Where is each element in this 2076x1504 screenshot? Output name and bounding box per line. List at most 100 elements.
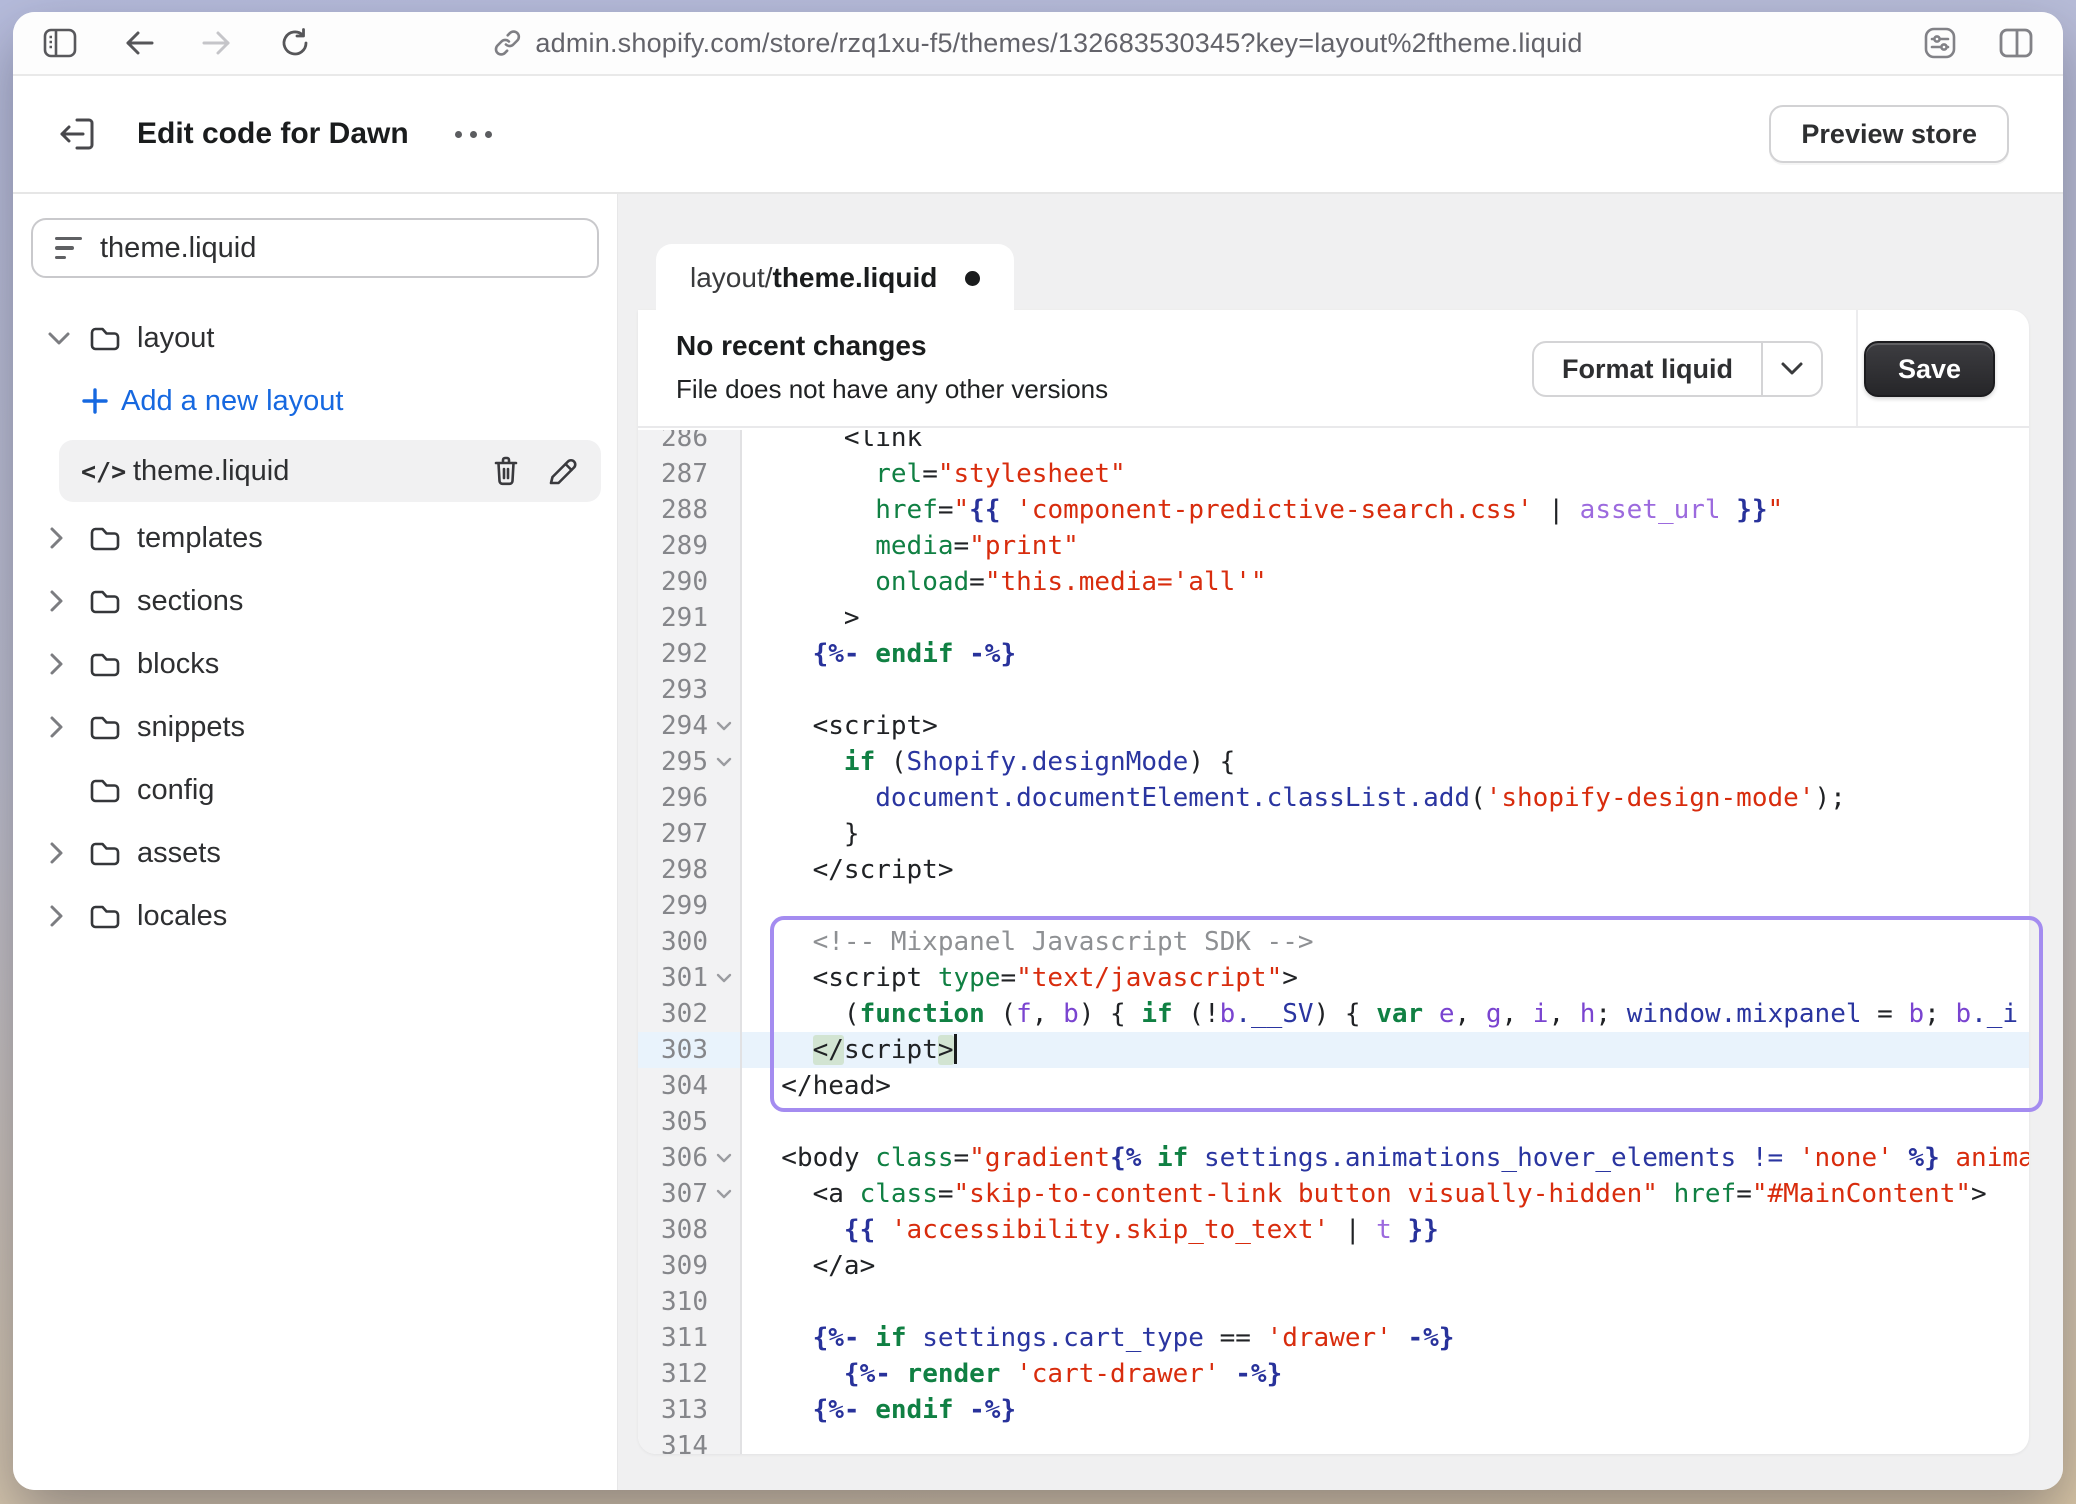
line-number: 310 [638,1287,708,1317]
sidebar-item-locales[interactable]: locales [29,892,601,940]
pencil-icon[interactable] [547,455,579,487]
unsaved-dot [965,271,980,286]
chevron-right-icon [47,714,65,740]
chevron-right-icon [47,903,65,929]
forward-icon[interactable] [201,29,233,57]
chevron-right-icon [47,651,65,677]
file-sidebar: layout Add a new layout </>theme.liquid tem… [13,194,617,1490]
trash-button[interactable] [491,455,521,487]
sidebar-item-add-a-new-layout[interactable]: Add a new layout [29,377,601,425]
code-line-307: <a class="skip-to-content-link button vi… [742,1176,2029,1212]
line-number: 290 [638,567,708,597]
format-dropdown-toggle[interactable] [1761,343,1821,395]
preview-store-button[interactable]: Preview store [1769,105,2009,163]
sidebar-item-label: snippets [137,711,245,744]
folder-icon [89,902,121,930]
code-line-288: href="{{ 'component-predictive-search.cs… [742,492,2029,528]
code-file-icon: </> [81,457,133,486]
code-line-303: </script> [742,1032,2029,1068]
sidebar-item-blocks[interactable]: blocks [29,640,601,688]
fold-toggle-icon[interactable] [716,1152,732,1164]
code-editor[interactable]: 2862872882892902912922932942952962972982… [638,430,2029,1454]
code-line-302: (function (f, b) { if (!b.__SV) { var e,… [742,996,2029,1032]
plus-icon [81,387,109,415]
editor-main: layout/theme.liquid No recent changes Fi… [617,194,2063,1490]
chevron-right-icon [47,588,65,614]
fold-toggle-icon[interactable] [716,972,732,984]
exit-icon[interactable] [57,113,99,155]
line-number: 305 [638,1107,708,1137]
line-number: 299 [638,891,708,921]
editor-card-header: No recent changes File does not have any… [638,310,2029,428]
sidebar-item-assets[interactable]: assets [29,829,601,877]
line-number-gutter: 2862872882892902912922932942952962972982… [638,430,742,1454]
code-line-298: </script> [742,852,2029,888]
code-line-306: <body class="gradient{% if settings.anim… [742,1140,2029,1176]
line-number: 304 [638,1071,708,1101]
folder-icon [89,524,121,552]
save-button[interactable]: Save [1864,341,1995,397]
trash-icon[interactable] [491,455,521,487]
sidebar-item-theme.liquid[interactable]: </>theme.liquid [59,440,601,502]
split-view-icon[interactable] [1999,28,2033,58]
reload-icon[interactable] [279,27,311,59]
back-icon[interactable] [123,29,155,57]
filter-input[interactable] [100,232,575,265]
sidebar-item-label: layout [137,322,214,355]
code-line-309: </a> [742,1248,2029,1284]
line-number: 312 [638,1359,708,1389]
code-line-287: rel="stylesheet" [742,456,2029,492]
code-line-289: media="print" [742,528,2029,564]
code-line-313: {%- endif -%} [742,1392,2029,1428]
browser-window: admin.shopify.com/store/rzq1xu-f5/themes… [13,12,2063,1490]
code-pane[interactable]: <link rel="stylesheet" href="{{ 'compone… [742,430,2029,1454]
editor-card: No recent changes File does not have any… [638,310,2029,1454]
line-number: 298 [638,855,708,885]
line-number: 301 [638,963,708,993]
format-liquid-label: Format liquid [1534,343,1761,395]
fold-toggle-icon[interactable] [716,756,732,768]
line-number: 295 [638,747,708,777]
line-number: 286 [638,430,708,453]
line-number: 311 [638,1323,708,1353]
fold-toggle-icon[interactable] [716,1188,732,1200]
line-number: 288 [638,495,708,525]
filter-icon [55,237,82,260]
line-number: 291 [638,603,708,633]
sidebar-item-sections[interactable]: sections [29,577,601,625]
sidebar-item-snippets[interactable]: snippets [29,703,601,751]
line-number: 313 [638,1395,708,1425]
app-header: Edit code for Dawn Preview store [13,76,2063,194]
sidebar-item-layout[interactable]: layout [29,314,601,362]
sidebar-item-config[interactable]: config [29,766,601,814]
folder-icon [89,587,121,615]
browser-toolbar: admin.shopify.com/store/rzq1xu-f5/themes… [13,12,2063,76]
code-line-297: } [742,816,2029,852]
tab-theme-liquid[interactable]: layout/theme.liquid [656,244,1014,312]
format-liquid-button[interactable]: Format liquid [1532,341,1823,397]
line-number: 293 [638,675,708,705]
file-filter[interactable] [31,218,599,278]
sidebar-item-label: templates [137,522,263,555]
code-line-296: document.documentElement.classList.add('… [742,780,2029,816]
sidebar-item-label: config [137,774,214,807]
code-line-295: if (Shopify.designMode) { [742,744,2029,780]
code-line-301: <script type="text/javascript"> [742,960,2029,996]
code-line-290: onload="this.media='all'" [742,564,2029,600]
tab-filename: theme.liquid [773,262,938,294]
address-bar[interactable]: admin.shopify.com/store/rzq1xu-f5/themes… [493,12,1582,74]
line-number: 309 [638,1251,708,1281]
sidebar-item-label: Add a new layout [121,385,343,418]
code-line-293 [742,672,2029,708]
sidebar-item-templates[interactable]: templates [29,514,601,562]
page-settings-icon[interactable] [1923,26,1957,60]
chevron-right-icon [47,840,65,866]
more-menu-icon[interactable] [455,131,492,138]
pencil-button[interactable] [547,455,579,487]
sidebar-toggle-icon[interactable] [43,28,77,58]
code-line-304: </head> [742,1068,2029,1104]
sidebar-item-label: locales [137,900,227,933]
fold-toggle-icon[interactable] [716,720,732,732]
code-line-305 [742,1104,2029,1140]
status-title: No recent changes [676,330,2029,362]
